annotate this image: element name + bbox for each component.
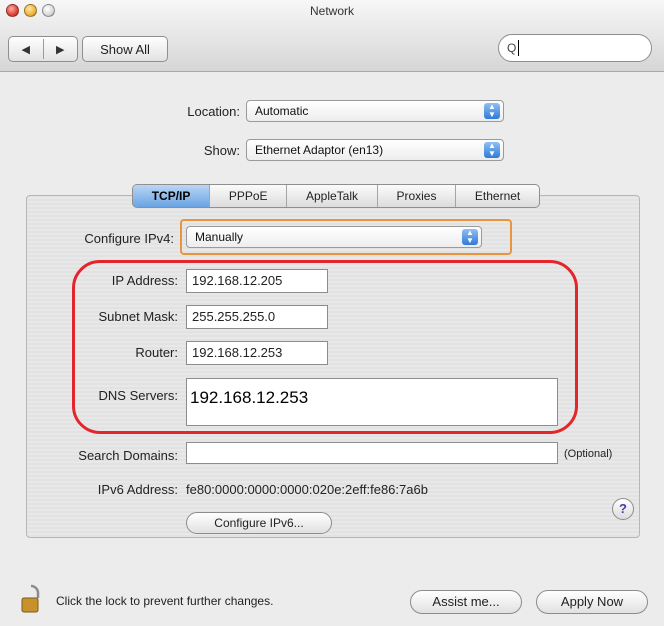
search-field[interactable]: Q (498, 34, 652, 62)
title-bar: Network ◀ ▶ Show All Q (0, 0, 664, 72)
tab-bar: TCP/IP PPPoE AppleTalk Proxies Ethernet (132, 184, 540, 208)
padlock-graphic (21, 584, 40, 613)
popup-arrows-icon: ▲ ▼ (484, 142, 500, 158)
tab-ethernet[interactable]: Ethernet (455, 185, 539, 207)
assist-me-button[interactable]: Assist me... (410, 590, 522, 614)
apply-now-button[interactable]: Apply Now (536, 590, 648, 614)
show-value: Ethernet Adaptor (en13) (255, 143, 384, 157)
back-arrow-icon[interactable]: ◀ (9, 43, 43, 56)
configure-ipv4-value: Manually (195, 230, 244, 244)
tab-pppoe[interactable]: PPPoE (209, 185, 286, 207)
search-icon: Q (507, 41, 517, 55)
configure-ipv4-popup[interactable]: Manually ▲ ▼ (186, 226, 482, 248)
help-icon[interactable]: ? (612, 498, 634, 520)
show-all-button[interactable]: Show All (82, 36, 168, 62)
popup-arrows-icon: ▲ ▼ (462, 229, 478, 245)
forward-arrow-icon[interactable]: ▶ (44, 43, 78, 56)
back-forward-control: ◀ ▶ (8, 36, 78, 62)
show-popup[interactable]: Ethernet Adaptor (en13) ▲ ▼ (246, 139, 504, 161)
search-domains-field[interactable] (186, 442, 558, 464)
search-domains-label: Search Domains: (78, 448, 178, 463)
tab-appletalk[interactable]: AppleTalk (286, 185, 376, 207)
window-title: Network (309, 4, 354, 18)
show-label: Show: (203, 143, 240, 158)
configure-ipv4-label: Configure IPv4: (84, 231, 174, 246)
popup-arrows-icon: ▲ ▼ (484, 103, 500, 119)
network-preferences-window: Network ◀ ▶ Show All Q Location: Automat… (0, 0, 664, 626)
tab-tcpip[interactable]: TCP/IP (133, 185, 210, 207)
ipv6-address-label: IPv6 Address: (97, 482, 178, 497)
ipv6-address-value: fe80:0000:0000:0000:020e:2eff:fe86:7a6b (186, 482, 428, 497)
location-popup[interactable]: Automatic ▲ ▼ (246, 100, 504, 122)
location-label: Location: (187, 104, 240, 119)
lock-message: Click the lock to prevent further change… (56, 594, 274, 608)
lock-icon[interactable] (20, 584, 42, 614)
location-value: Automatic (255, 104, 309, 118)
optional-note: (Optional) (564, 448, 613, 460)
configure-ipv6-button[interactable]: Configure IPv6... (186, 512, 332, 534)
search-input[interactable] (519, 39, 630, 57)
tab-proxies[interactable]: Proxies (376, 185, 455, 207)
annotation-highlight-ring (72, 260, 578, 434)
